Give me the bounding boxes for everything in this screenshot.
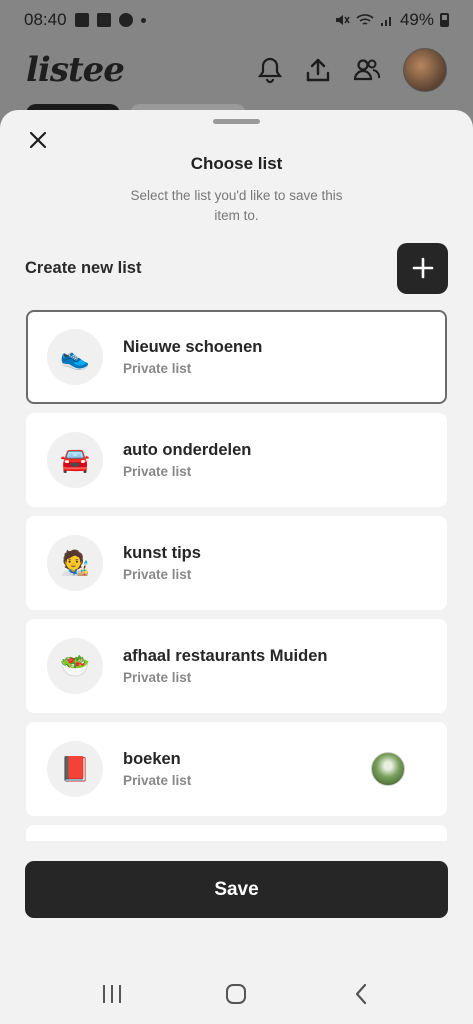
cloud-notification-icon	[118, 13, 133, 27]
close-button[interactable]	[24, 126, 52, 154]
shared-user-avatar	[371, 752, 405, 786]
recent-apps-button[interactable]	[92, 974, 132, 1014]
app-logo: listee	[26, 50, 125, 90]
list-item-privacy: Private list	[123, 464, 192, 479]
back-button[interactable]	[341, 974, 381, 1014]
friends-icon[interactable]	[353, 57, 381, 83]
add-list-button[interactable]	[397, 242, 448, 294]
battery-percent: 49%	[399, 10, 434, 29]
status-bar: 08:40 49%	[0, 0, 473, 40]
check-notification-icon	[96, 13, 111, 27]
list-item-privacy: Private list	[123, 361, 192, 376]
salad-emoji-icon: 🥗	[47, 638, 103, 694]
list-item-partial[interactable]	[26, 825, 447, 841]
sneaker-emoji-icon: 👟	[47, 329, 103, 385]
choose-list-sheet: Choose list Select the list you'd like t…	[0, 110, 473, 964]
signal-icon	[380, 17, 391, 26]
artist-emoji-icon: 🧑‍🎨	[47, 535, 103, 591]
home-button[interactable]	[216, 974, 256, 1014]
sheet-subtitle: Select the list you'd like to save this …	[130, 188, 343, 223]
list-item-name: Nieuwe schoenen	[123, 338, 263, 356]
lists-container[interactable]: 👟 Nieuwe schoenen Private list 🚘 auto on…	[26, 310, 447, 841]
list-item-kunst-tips[interactable]: 🧑‍🎨 kunst tips Private list	[26, 516, 447, 610]
list-item-afhaal-restaurants[interactable]: 🥗 afhaal restaurants Muiden Private list	[26, 619, 447, 713]
create-new-list-label: Create new list	[25, 258, 142, 277]
bell-icon[interactable]	[257, 56, 283, 84]
list-item-privacy: Private list	[123, 670, 192, 685]
list-item-name: afhaal restaurants Muiden	[123, 647, 328, 665]
app-header: listee	[0, 40, 473, 100]
car-emoji-icon: 🚘	[47, 432, 103, 488]
list-item-nieuwe-schoenen[interactable]: 👟 Nieuwe schoenen Private list	[26, 310, 447, 404]
profile-avatar[interactable]	[403, 48, 447, 92]
list-item-boeken[interactable]: 📕 boeken Private list	[26, 722, 447, 816]
sheet-drag-handle[interactable]	[213, 119, 260, 124]
navigation-bar	[0, 964, 473, 1024]
more-notifications-icon	[140, 17, 146, 23]
list-item-privacy: Private list	[123, 773, 192, 788]
wifi-icon	[356, 14, 374, 25]
recent-apps-icon	[103, 985, 122, 1003]
battery-icon	[440, 13, 449, 27]
back-icon	[355, 983, 366, 1005]
close-icon	[29, 131, 47, 149]
gallery-notification-icon	[74, 13, 89, 27]
home-icon	[226, 984, 247, 1004]
plus-icon	[412, 257, 433, 279]
share-icon[interactable]	[305, 56, 331, 84]
book-emoji-icon: 📕	[47, 741, 103, 797]
list-item-privacy: Private list	[123, 567, 192, 582]
create-new-list-row[interactable]: Create new list	[25, 242, 448, 294]
sheet-title: Choose list	[190, 154, 283, 173]
mute-icon	[335, 15, 350, 25]
list-item-auto-onderdelen[interactable]: 🚘 auto onderdelen Private list	[26, 413, 447, 507]
list-item-name: auto onderdelen	[123, 441, 252, 459]
save-button[interactable]: Save	[25, 861, 448, 918]
status-time: 08:40	[24, 10, 67, 29]
list-item-name: kunst tips	[123, 544, 201, 562]
list-item-name: boeken	[123, 750, 181, 768]
